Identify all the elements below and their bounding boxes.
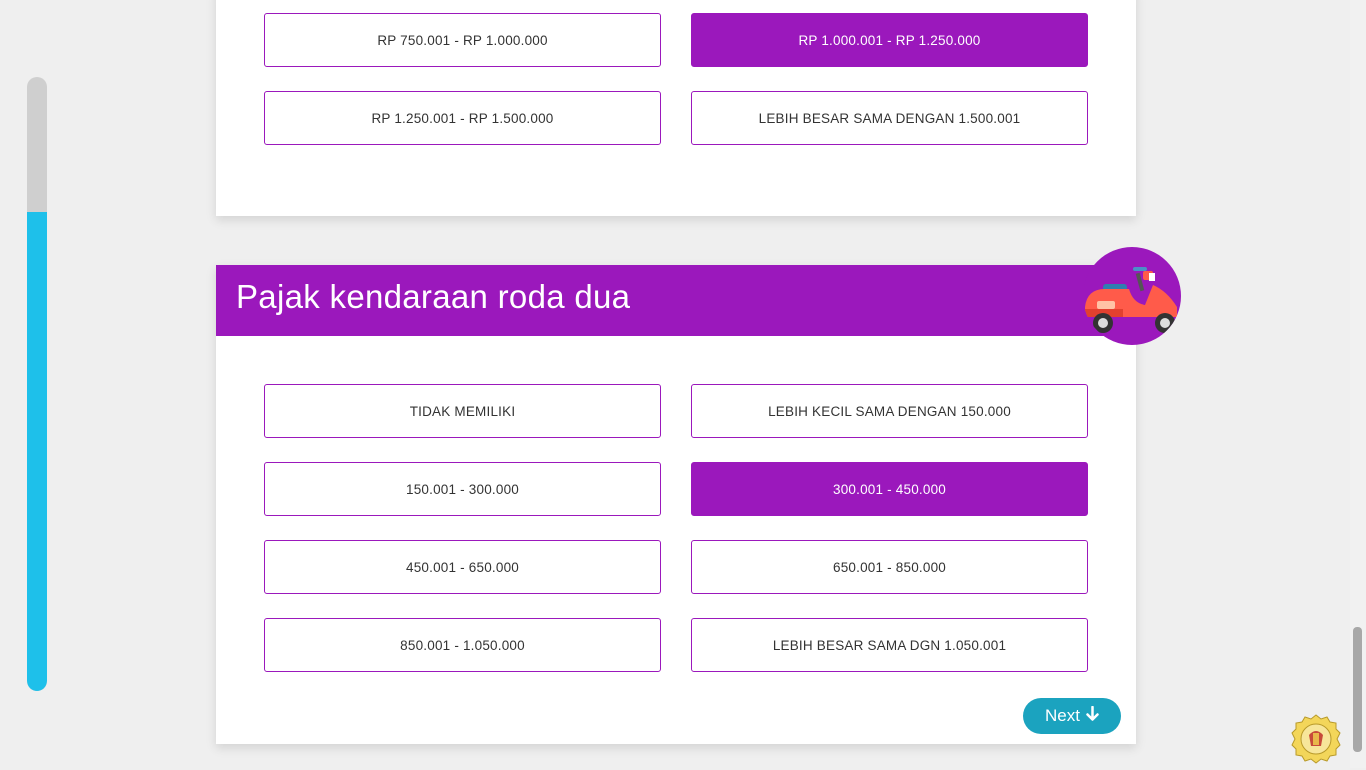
vehicle-tax-option-6[interactable]: 650.001 - 850.000 — [691, 540, 1088, 594]
progress-fill — [27, 212, 47, 691]
arrow-down-icon — [1086, 705, 1099, 726]
vehicle-tax-option-8[interactable]: LEBIH BESAR SAMA DGN 1.050.001 — [691, 618, 1088, 672]
progress-bar — [27, 77, 47, 691]
next-button[interactable]: Next — [1023, 698, 1121, 734]
income-card: RP 750.001 - RP 1.000.000 RP 1.000.001 -… — [216, 0, 1136, 216]
vehicle-tax-option-4[interactable]: 300.001 - 450.000 — [691, 462, 1088, 516]
income-option-2[interactable]: RP 1.000.001 - RP 1.250.000 — [691, 13, 1088, 67]
next-label: Next — [1045, 706, 1080, 725]
vehicle-tax-option-1[interactable]: TIDAK MEMILIKI — [264, 384, 661, 438]
vehicle-tax-card: Pajak kendaraan roda dua TIDAK MEMILIKI … — [216, 265, 1136, 744]
income-option-3[interactable]: RP 1.250.001 - RP 1.500.000 — [264, 91, 661, 145]
vehicle-tax-option-2[interactable]: LEBIH KECIL SAMA DENGAN 150.000 — [691, 384, 1088, 438]
income-option-1[interactable]: RP 750.001 - RP 1.000.000 — [264, 13, 661, 67]
section-title: Pajak kendaraan roda dua — [236, 278, 631, 315]
vehicle-tax-option-7[interactable]: 850.001 - 1.050.000 — [264, 618, 661, 672]
page-scrollbar[interactable] — [1350, 0, 1366, 768]
scooter-icon — [1083, 247, 1181, 345]
income-option-4[interactable]: LEBIH BESAR SAMA DENGAN 1.500.001 — [691, 91, 1088, 145]
vehicle-tax-option-3[interactable]: 150.001 - 300.000 — [264, 462, 661, 516]
scrollbar-thumb[interactable] — [1353, 627, 1362, 752]
section-header: Pajak kendaraan roda dua — [216, 265, 1136, 336]
vehicle-tax-option-5[interactable]: 450.001 - 650.000 — [264, 540, 661, 594]
university-seal-logo — [1290, 713, 1342, 765]
